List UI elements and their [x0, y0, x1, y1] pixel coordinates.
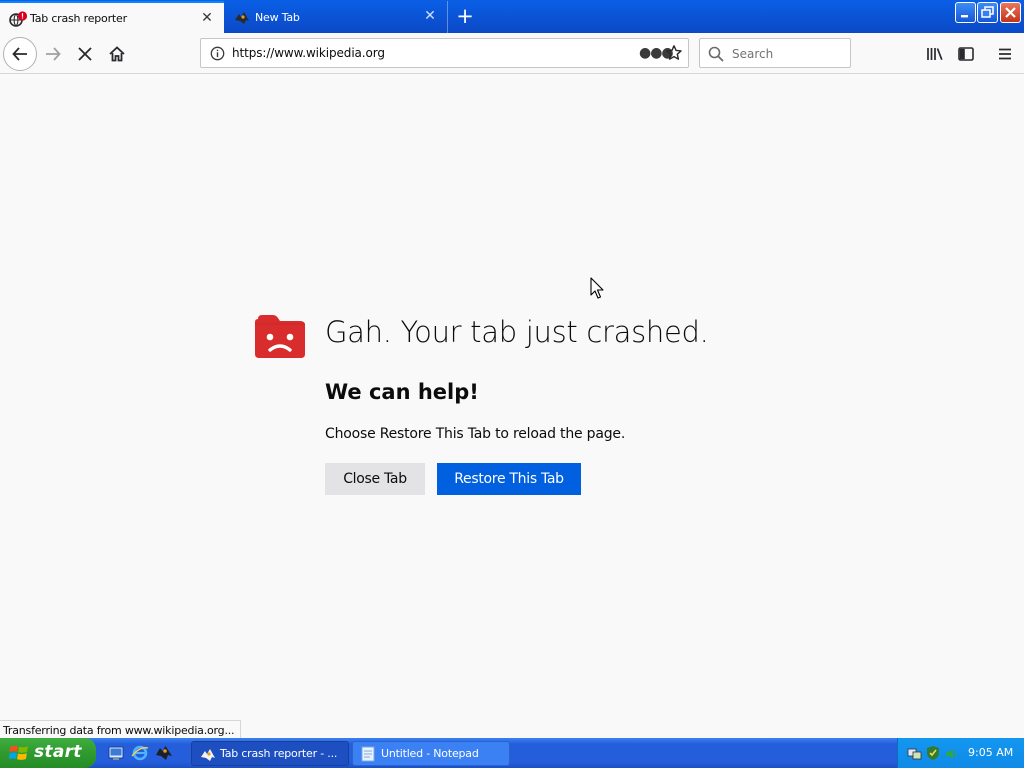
bookmark-star-icon[interactable] — [665, 44, 683, 66]
library-button[interactable] — [922, 41, 948, 67]
search-icon — [708, 46, 724, 66]
minimize-window-button[interactable] — [955, 2, 976, 23]
menu-button[interactable] — [992, 41, 1018, 67]
tab-favicon-icon — [234, 10, 250, 29]
back-button[interactable] — [3, 37, 37, 71]
tab-crash-reporter[interactable]: Tab crash reporter ✕ — [0, 1, 224, 33]
close-tab-button[interactable]: Close Tab — [325, 463, 425, 495]
url-bar[interactable]: https://www.wikipedia.org ●●● — [200, 38, 689, 68]
tab-label: Tab crash reporter — [30, 11, 127, 25]
system-tray: 9:05 AM — [897, 738, 1024, 768]
restore-window-button[interactable] — [977, 2, 998, 23]
library-icon — [927, 48, 943, 61]
close-tab-icon[interactable]: ✕ — [423, 9, 437, 23]
home-button[interactable] — [104, 41, 130, 67]
restore-tab-button[interactable]: Restore This Tab — [437, 463, 581, 495]
crash-title: Gah. Your tab just crashed. — [325, 315, 709, 349]
hamburger-menu-icon — [999, 48, 1011, 60]
network-tray-icon[interactable] — [907, 745, 923, 765]
taskbar-item-firefox[interactable]: Tab crash reporter - ... — [191, 741, 349, 766]
search-placeholder[interactable]: Search — [732, 47, 773, 61]
crash-subtitle: We can help! — [325, 380, 479, 404]
tab-strip: Tab crash reporter ✕ New Tab ✕ + — [0, 0, 1024, 33]
close-window-button[interactable] — [1000, 2, 1021, 23]
page-content: Gah. Your tab just crashed. We can help!… — [0, 75, 1024, 739]
home-icon — [109, 46, 125, 62]
notepad-icon — [361, 746, 375, 766]
security-tray-icon[interactable] — [925, 745, 941, 765]
stop-icon — [78, 47, 92, 61]
clock: 9:05 AM — [968, 746, 1014, 759]
back-arrow-icon — [12, 47, 27, 61]
taskbar-item-notepad[interactable]: Untitled - Notepad — [352, 741, 510, 766]
tab-label: New Tab — [255, 10, 300, 24]
navigation-toolbar: https://www.wikipedia.org ●●● Search — [0, 33, 1024, 74]
sidebar-button[interactable] — [953, 41, 979, 67]
mouse-cursor-icon — [590, 277, 604, 303]
firefox-task-icon — [200, 747, 216, 766]
show-desktop-icon[interactable] — [107, 744, 125, 762]
task-label: Tab crash reporter - ... — [220, 747, 338, 760]
search-bar[interactable]: Search — [699, 38, 851, 68]
site-info-icon[interactable] — [210, 46, 225, 65]
forward-button[interactable] — [40, 41, 66, 67]
start-button[interactable]: start — [0, 738, 96, 768]
forward-arrow-icon — [46, 47, 61, 61]
volume-tray-icon[interactable] — [945, 746, 959, 765]
tab-new-tab[interactable]: New Tab ✕ — [224, 1, 448, 33]
windows-taskbar: start Tab crash reporter - ... Untitled … — [0, 738, 1024, 768]
firefox-quicklaunch-icon[interactable] — [155, 744, 173, 762]
crash-tab-icon — [8, 11, 28, 31]
task-label: Untitled - Notepad — [381, 747, 479, 760]
sidebar-icon — [958, 47, 974, 61]
crash-description: Choose Restore This Tab to reload the pa… — [325, 426, 626, 442]
start-label: start — [34, 742, 82, 762]
status-bar: Transferring data from www.wikipedia.org… — [0, 720, 242, 739]
close-tab-icon[interactable]: ✕ — [200, 11, 214, 25]
new-tab-plus-icon[interactable]: + — [454, 6, 476, 28]
stop-loading-button[interactable] — [72, 41, 98, 67]
url-text[interactable]: https://www.wikipedia.org — [232, 46, 385, 60]
crashed-tab-sad-folder-icon — [255, 315, 305, 362]
windows-logo-icon — [8, 744, 29, 766]
internet-explorer-icon[interactable] — [131, 744, 149, 762]
